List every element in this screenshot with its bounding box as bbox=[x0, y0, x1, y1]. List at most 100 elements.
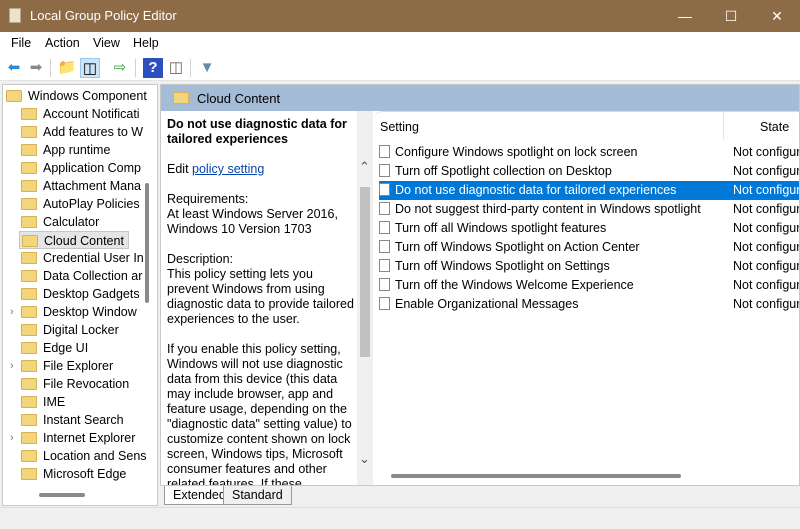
policy-icon bbox=[379, 202, 390, 215]
tree-item-label: AutoPlay Policies bbox=[43, 197, 140, 211]
folder-icon bbox=[21, 378, 37, 390]
details-pane: Cloud Content Do not use diagnostic data… bbox=[160, 84, 800, 486]
view-tabs: Extended Standard bbox=[160, 486, 800, 506]
tree-item[interactable]: Application Comp bbox=[21, 159, 141, 177]
tab-standard[interactable]: Standard bbox=[223, 486, 292, 505]
folder-icon bbox=[173, 92, 189, 104]
tree-item[interactable]: App runtime bbox=[21, 141, 110, 159]
menu-help[interactable]: Help bbox=[133, 36, 159, 50]
separator bbox=[190, 59, 191, 77]
folder-icon bbox=[21, 126, 37, 138]
expand-chevron-icon[interactable]: › bbox=[10, 357, 14, 375]
list-row[interactable]: Turn off Windows Spotlight on Settings No… bbox=[379, 257, 799, 276]
forward-icon[interactable]: ➡ bbox=[26, 58, 46, 78]
folder-icon bbox=[21, 432, 37, 444]
tree-item[interactable]: Edge UI bbox=[21, 339, 88, 357]
description-label: Description: bbox=[167, 252, 233, 266]
tree-item[interactable]: Credential User In bbox=[21, 249, 144, 267]
up-folder-icon[interactable]: 📁 bbox=[57, 58, 77, 78]
description-scrollbar[interactable]: ⌃ ⌄ bbox=[357, 111, 373, 485]
tree-item[interactable]: Cloud Content bbox=[19, 231, 129, 249]
setting-name: Turn off all Windows spotlight features bbox=[395, 221, 607, 235]
list-row[interactable]: Do not suggest third-party content in Wi… bbox=[379, 200, 800, 219]
tree-item[interactable]: Desktop Gadgets bbox=[21, 285, 140, 303]
edit-policy-link[interactable]: policy setting bbox=[192, 162, 264, 176]
folder-icon bbox=[21, 306, 37, 318]
list-row[interactable]: Turn off the Windows Welcome Experience N… bbox=[379, 276, 800, 295]
tree-vertical-scrollbar[interactable] bbox=[145, 183, 149, 303]
policy-icon bbox=[379, 297, 390, 310]
tree-item-label: Desktop Gadgets bbox=[43, 287, 140, 301]
setting-state: Not configured bbox=[733, 202, 800, 216]
folder-icon bbox=[21, 108, 37, 120]
status-bar bbox=[0, 507, 800, 529]
setting-state: Not configured bbox=[733, 183, 800, 197]
maximize-button[interactable]: ☐ bbox=[708, 0, 754, 32]
filter-icon[interactable]: ▼ bbox=[197, 58, 217, 78]
folder-icon bbox=[21, 216, 37, 228]
close-button[interactable]: ✕ bbox=[754, 0, 800, 32]
tree-item[interactable]: IME bbox=[21, 393, 65, 411]
scroll-thumb[interactable] bbox=[360, 187, 370, 357]
policy-icon bbox=[379, 259, 390, 272]
setting-name: Do not use diagnostic data for tailored … bbox=[395, 183, 677, 197]
setting-name: Turn off the Windows Welcome Experience bbox=[395, 278, 634, 292]
tree-item[interactable]: Attachment Mana bbox=[21, 177, 141, 195]
tree-item-label: Desktop Window bbox=[43, 305, 137, 319]
folder-icon bbox=[21, 252, 37, 264]
list-row[interactable]: Do not use diagnostic data for tailored … bbox=[379, 181, 800, 200]
back-icon[interactable]: ⬅ bbox=[4, 58, 24, 78]
tree-horizontal-scrollbar[interactable] bbox=[39, 493, 85, 497]
setting-state: Not configured bbox=[733, 278, 800, 292]
tree-item[interactable]: Digital Locker bbox=[21, 321, 119, 339]
export-list-icon[interactable]: ⇨ bbox=[110, 58, 130, 78]
tree-item[interactable]: Data Collection ar bbox=[21, 267, 142, 285]
window-title: Local Group Policy Editor bbox=[30, 8, 177, 23]
scroll-down-icon[interactable]: ⌄ bbox=[359, 451, 370, 467]
separator bbox=[50, 59, 51, 77]
show-hide-tree-icon[interactable]: ◫ bbox=[80, 58, 100, 78]
column-header-setting[interactable]: Setting bbox=[380, 120, 419, 134]
folder-icon bbox=[6, 90, 22, 102]
list-row[interactable]: Turn off Windows Spotlight on Action Cen… bbox=[379, 238, 800, 257]
tree-item[interactable]: File Revocation bbox=[21, 375, 129, 393]
tree-item-windows-components[interactable]: Windows Component bbox=[6, 87, 147, 105]
title-bar: Local Group Policy Editor — ☐ ✕ bbox=[0, 0, 800, 32]
toolbar: ⬅ ➡ 📁 ◫ ⇨ ? ◫ ▼ bbox=[0, 55, 800, 81]
setting-name: Do not suggest third-party content in Wi… bbox=[395, 202, 701, 216]
tree-item[interactable]: Calculator bbox=[21, 213, 99, 231]
expand-chevron-icon[interactable]: › bbox=[10, 303, 14, 321]
policy-icon bbox=[379, 164, 390, 177]
tree-pane: Windows Component Account Notificati Add … bbox=[2, 84, 158, 506]
help-icon[interactable]: ? bbox=[143, 58, 163, 78]
menu-file[interactable]: File bbox=[11, 36, 31, 50]
app-icon bbox=[9, 8, 21, 23]
tree-item[interactable]: Location and Sens bbox=[21, 447, 147, 465]
expand-chevron-icon[interactable]: › bbox=[10, 429, 14, 447]
setting-state: Not configured bbox=[733, 297, 800, 311]
folder-icon bbox=[21, 468, 37, 480]
scroll-up-icon[interactable]: ⌃ bbox=[359, 159, 370, 175]
list-row[interactable]: Turn off all Windows spotlight features N… bbox=[379, 219, 799, 238]
minimize-button[interactable]: — bbox=[662, 0, 708, 32]
tree-item[interactable]: File Explorer bbox=[21, 357, 113, 375]
action-pane-icon[interactable]: ◫ bbox=[166, 58, 186, 78]
tree-item-label: Data Collection ar bbox=[43, 269, 143, 283]
column-header-state[interactable]: State bbox=[760, 120, 789, 134]
tree-item[interactable]: AutoPlay Policies bbox=[21, 195, 140, 213]
tree-item[interactable]: Add features to W bbox=[21, 123, 143, 141]
menu-view[interactable]: View bbox=[93, 36, 120, 50]
list-row[interactable]: Enable Organizational Messages Not config… bbox=[379, 295, 800, 314]
setting-state: Not configured bbox=[733, 240, 800, 254]
tree-item[interactable]: Internet Explorer bbox=[21, 429, 135, 447]
tree-item-label: Internet Explorer bbox=[43, 431, 136, 445]
tree-item[interactable]: Account Notificati bbox=[21, 105, 140, 123]
menu-action[interactable]: Action bbox=[45, 36, 80, 50]
list-horizontal-scrollbar[interactable] bbox=[391, 474, 681, 478]
tree-item[interactable]: Desktop Window bbox=[21, 303, 137, 321]
tree-item[interactable]: Microsoft Edge bbox=[21, 465, 126, 483]
tree-item[interactable]: Instant Search bbox=[21, 411, 124, 429]
list-row[interactable]: Turn off Spotlight collection on Desktop… bbox=[379, 162, 799, 181]
folder-icon bbox=[21, 288, 37, 300]
list-row[interactable]: Configure Windows spotlight on lock scre… bbox=[379, 143, 799, 162]
